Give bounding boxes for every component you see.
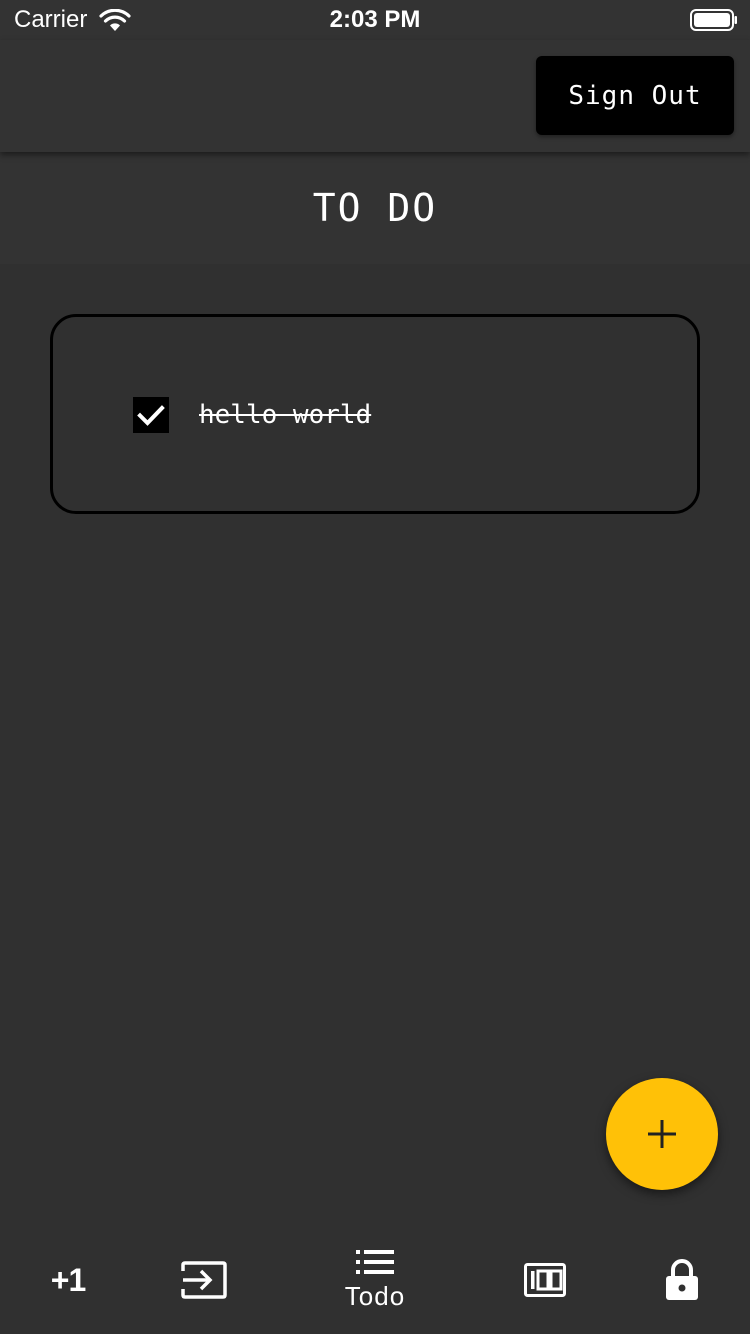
nav-item-lock[interactable] — [646, 1226, 718, 1334]
todo-list-card: hello world — [50, 314, 700, 514]
app-bar: Sign Out — [0, 40, 750, 152]
nav-item-counter[interactable] — [505, 1226, 585, 1334]
page-title: TO DO — [312, 186, 438, 230]
check-icon — [137, 405, 165, 426]
todo-item[interactable]: hello world — [133, 397, 371, 433]
plus-one-icon: +1 — [50, 1261, 86, 1298]
list-icon — [356, 1249, 394, 1274]
todo-screen: Carrier 2:03 PM Sign Out TO DO hello wor… — [0, 0, 750, 1334]
battery-icon — [690, 9, 737, 31]
nav-item-input[interactable] — [164, 1226, 244, 1334]
status-bar: Carrier 2:03 PM — [0, 0, 750, 40]
todo-text: hello world — [199, 400, 372, 430]
status-time: 2:03 PM — [329, 6, 421, 33]
input-icon — [181, 1261, 227, 1299]
add-todo-button[interactable] — [606, 1078, 718, 1190]
plus-icon — [648, 1120, 676, 1148]
todo-checkbox[interactable] — [133, 397, 169, 433]
counter-100-icon — [524, 1263, 566, 1297]
nav-item-plus-one[interactable]: +1 — [30, 1226, 106, 1334]
nav-item-todo[interactable]: Todo — [325, 1226, 425, 1334]
lock-icon — [666, 1259, 698, 1300]
bottom-nav: +1 Todo — [0, 1226, 750, 1334]
nav-label-todo: Todo — [344, 1280, 406, 1311]
title-section: TO DO — [0, 152, 750, 264]
sign-out-button[interactable]: Sign Out — [536, 56, 734, 135]
